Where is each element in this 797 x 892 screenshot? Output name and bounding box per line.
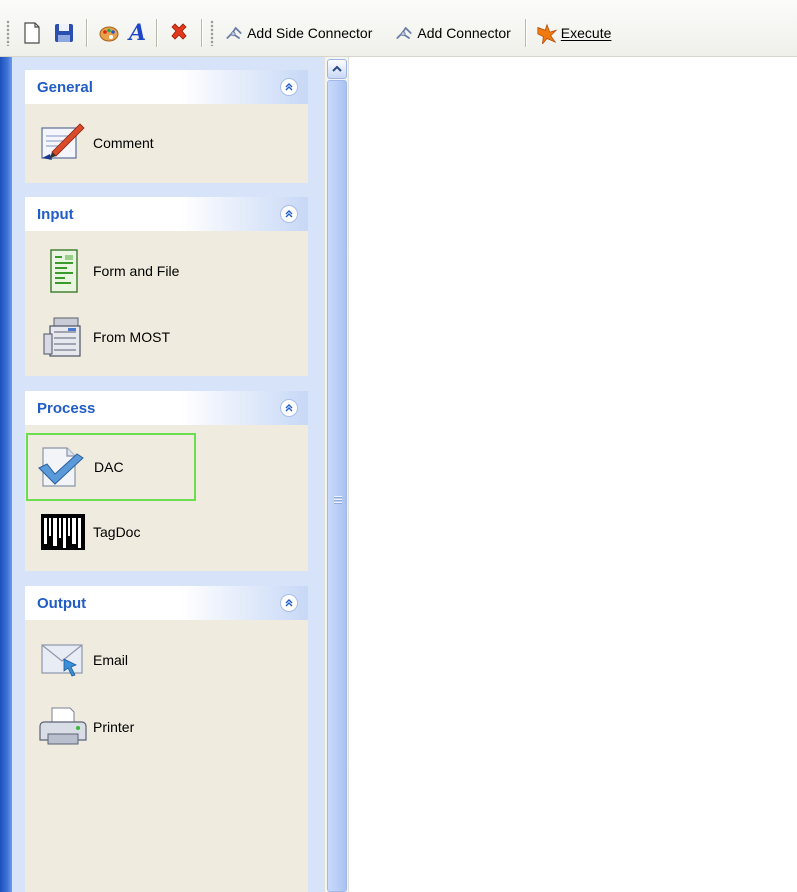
font-icon: A: [129, 20, 147, 46]
email-envelope-icon: [41, 644, 83, 677]
barcode-icon: [41, 514, 85, 550]
scroll-grip: [334, 496, 342, 505]
group-input: Input Form and File From MOST: [25, 197, 308, 376]
collapse-icon[interactable]: [280, 594, 298, 612]
collapse-icon[interactable]: [280, 399, 298, 417]
group-header-output[interactable]: Output: [25, 586, 308, 620]
add-side-connector-button[interactable]: Add Side Connector: [220, 18, 376, 48]
tool-item-tagdoc[interactable]: TagDoc: [35, 509, 140, 555]
font-button[interactable]: A: [125, 18, 150, 48]
save-icon: [55, 24, 73, 42]
group-general: General Comment: [25, 70, 308, 183]
tool-item-label: Form and File: [93, 263, 180, 279]
tool-item-dac[interactable]: DAC: [26, 433, 196, 501]
group-title: Process: [37, 399, 96, 417]
app-window: A Add Side Connector Add Connector Execu…: [0, 0, 797, 892]
tool-item-label: From MOST: [93, 329, 170, 345]
group-header-process[interactable]: Process: [25, 391, 308, 425]
sidebar-scrollbar[interactable]: [324, 57, 348, 892]
add-side-connector-label: Add Side Connector: [247, 25, 373, 41]
tool-item-from-most[interactable]: From MOST: [35, 314, 170, 360]
tool-item-printer[interactable]: Printer: [35, 704, 134, 750]
group-header-input[interactable]: Input: [25, 197, 308, 231]
palette-icon: [99, 26, 119, 42]
toolbar-separator: [524, 19, 526, 47]
toolbar-separator: [156, 19, 158, 47]
toolbar-grip[interactable]: [210, 20, 215, 46]
execute-label: Execute: [560, 25, 612, 41]
delete-button[interactable]: [163, 18, 195, 48]
execute-button[interactable]: Execute: [532, 18, 616, 48]
tool-item-label: DAC: [94, 459, 124, 475]
tool-item-label: Email: [93, 652, 129, 668]
comment-pen-icon: [41, 123, 85, 160]
tool-item-label: Printer: [93, 719, 135, 735]
group-title: Output: [37, 594, 87, 612]
chevron-up-icon: [332, 65, 342, 72]
group-title: General: [37, 78, 93, 96]
checkmark-document-icon: [38, 447, 84, 487]
toolbar-separator: [201, 19, 203, 47]
tool-item-email[interactable]: Email: [35, 637, 128, 683]
connector-icon: [396, 27, 412, 39]
copier-machine-icon: [43, 317, 81, 357]
tool-item-form-and-file[interactable]: Form and File: [35, 248, 179, 294]
connector-icon: [226, 27, 242, 39]
scroll-up-button[interactable]: [327, 59, 347, 79]
save-button[interactable]: [48, 18, 80, 48]
collapse-icon[interactable]: [280, 78, 298, 96]
group-output: Output Email Printer: [25, 586, 308, 892]
tool-item-comment[interactable]: Comment: [35, 120, 154, 166]
add-connector-button[interactable]: Add Connector: [390, 18, 514, 48]
toolbar-grip[interactable]: [6, 20, 10, 46]
group-header-general[interactable]: General: [25, 70, 308, 104]
printer-icon: [39, 707, 87, 745]
delete-icon: [171, 23, 187, 40]
toolbar-separator: [86, 19, 87, 47]
form-document-icon: [50, 249, 78, 293]
tool-item-label: TagDoc: [93, 524, 141, 540]
execute-icon: [537, 23, 558, 44]
window-frame-left: [0, 57, 12, 892]
palette-button[interactable]: [93, 18, 125, 48]
tool-item-label: Comment: [93, 135, 154, 151]
group-title: Input: [37, 205, 74, 223]
scroll-thumb[interactable]: [327, 80, 347, 892]
collapse-icon[interactable]: [280, 205, 298, 223]
workflow-canvas[interactable]: [348, 57, 797, 892]
group-process: Process DAC TagDoc: [25, 391, 308, 571]
add-connector-label: Add Connector: [417, 25, 511, 41]
new-document-icon: [24, 22, 40, 44]
toolbar: A Add Side Connector Add Connector Execu…: [0, 0, 797, 57]
new-button[interactable]: [16, 18, 48, 48]
